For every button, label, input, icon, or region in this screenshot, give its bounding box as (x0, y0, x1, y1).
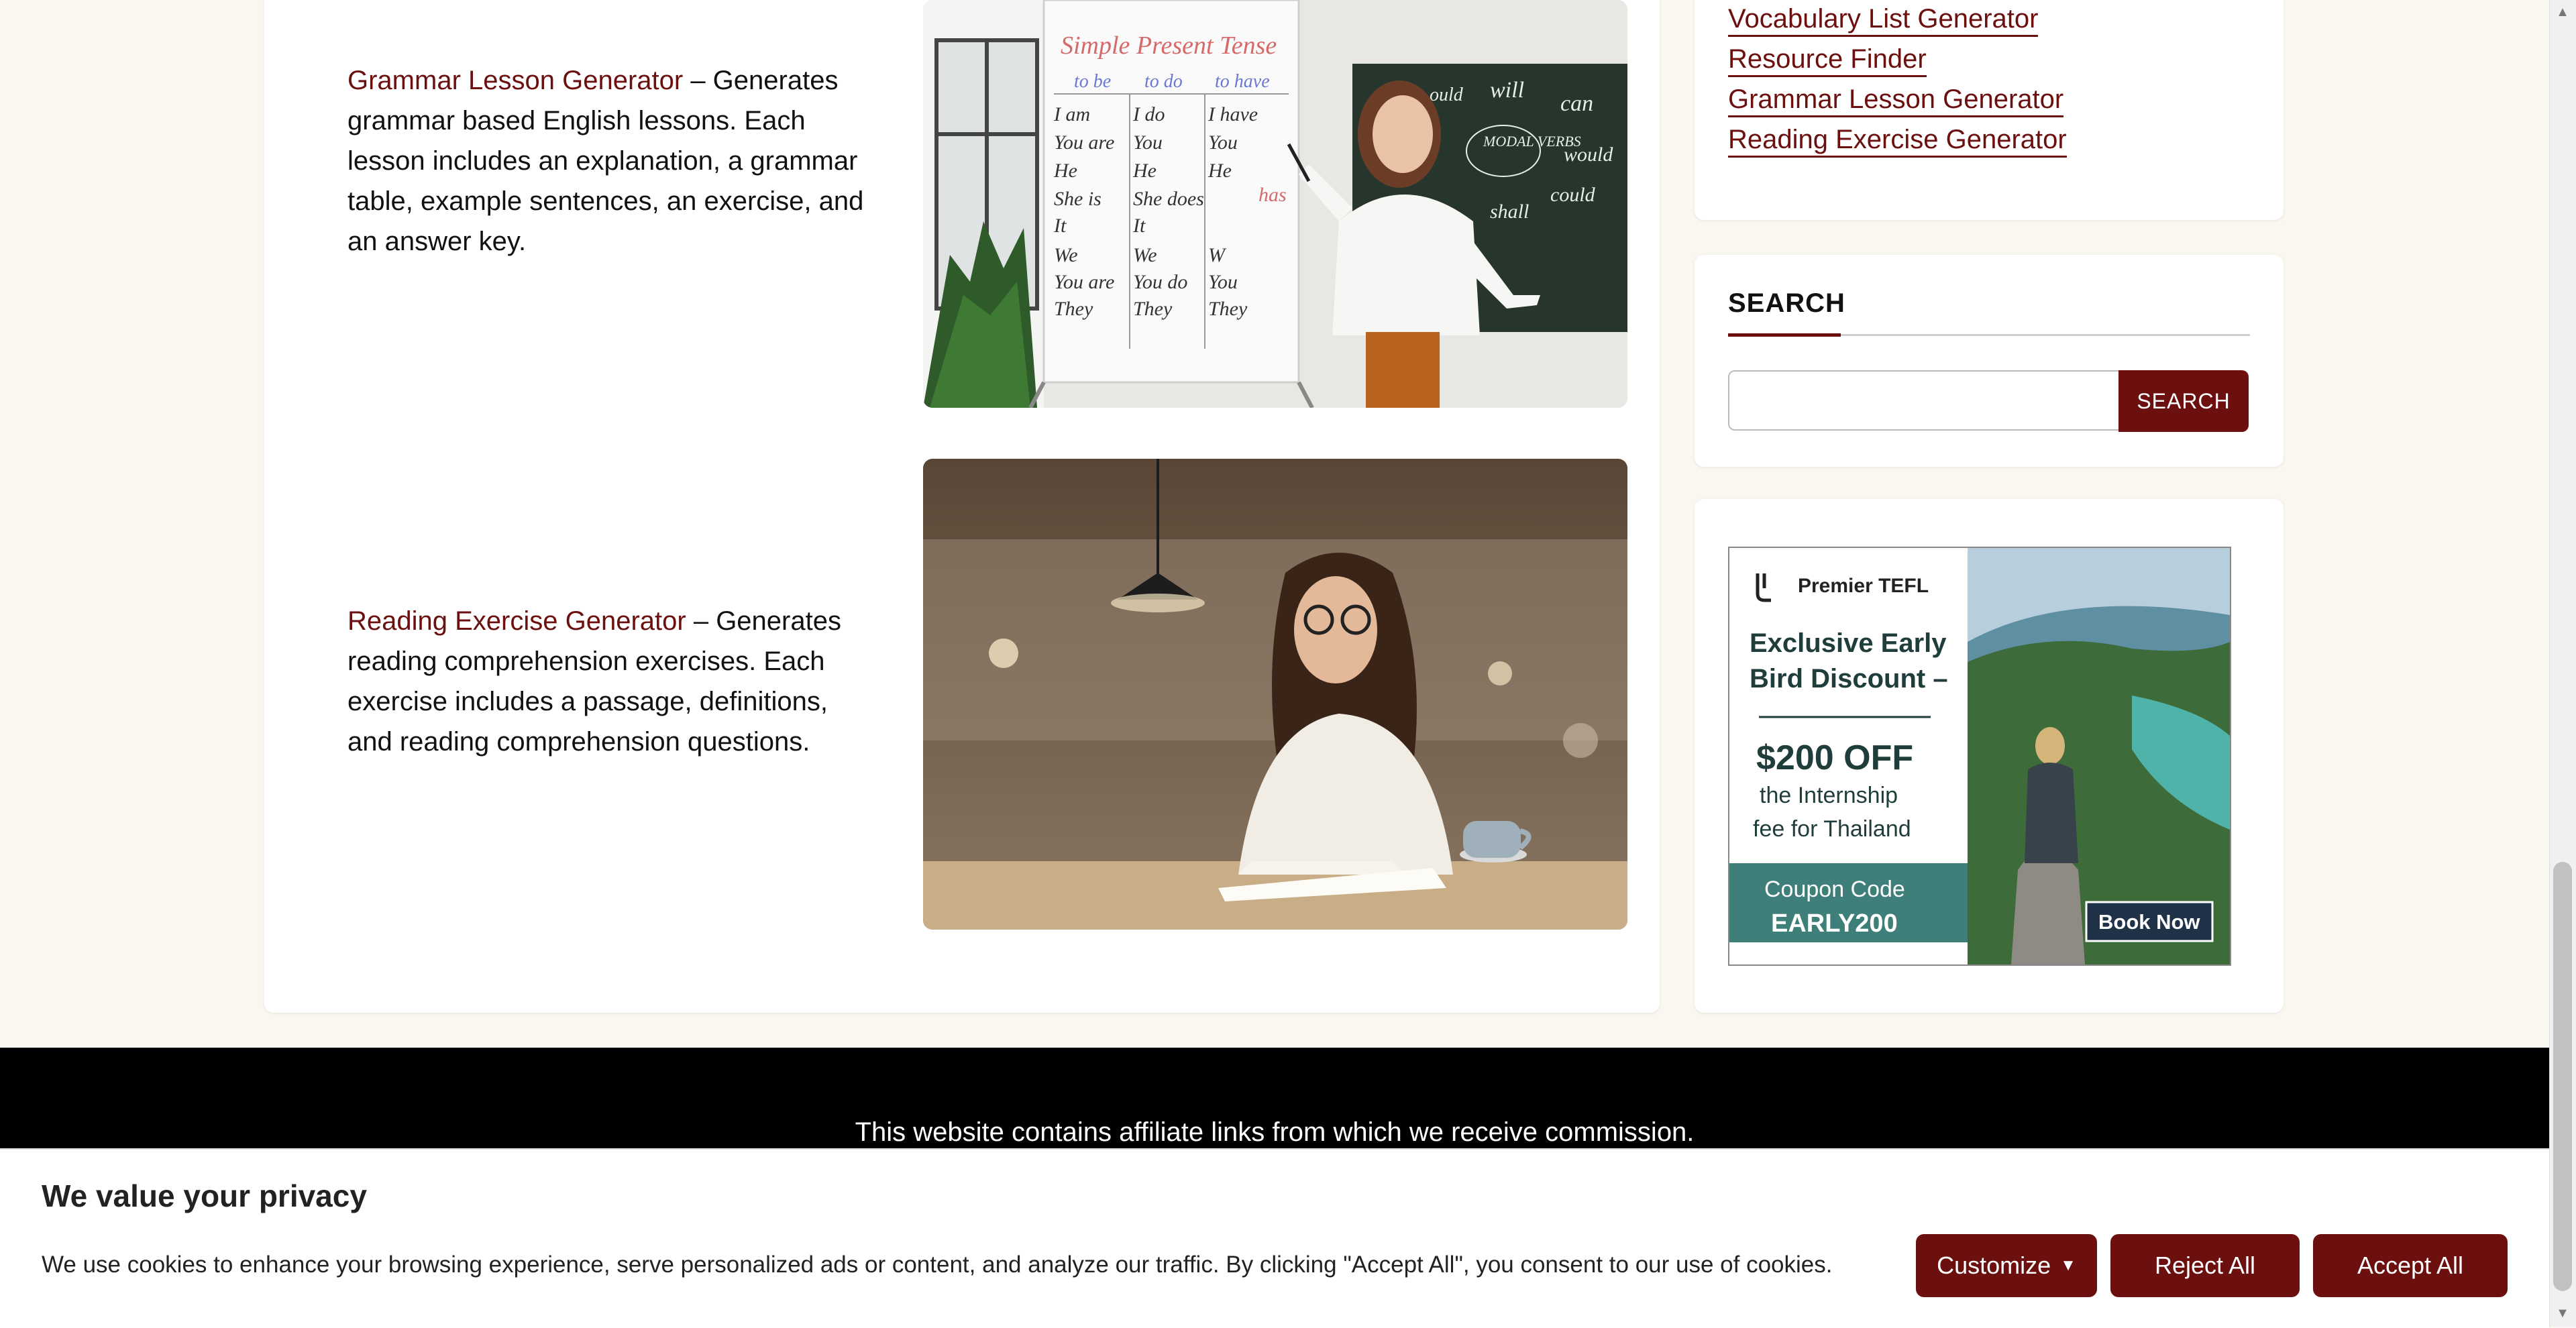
wb-c2-0: I do (1132, 103, 1165, 125)
scroll-down-arrow-icon[interactable]: ▼ (2553, 1304, 2572, 1323)
wb-c3-0: I have (1208, 103, 1258, 125)
wb-c1-5: We (1054, 244, 1078, 266)
whiteboard-col-to-have: to have (1215, 71, 1270, 92)
whiteboard-col-to-be: to be (1074, 71, 1111, 92)
caret-down-icon: ▼ (2060, 1256, 2076, 1274)
search-button[interactable]: SEARCH (2118, 370, 2249, 432)
wb-c2-4: It (1132, 215, 1146, 237)
widget-title-accent (1728, 333, 1841, 337)
sidebar-link-resource-finder[interactable]: Resource Finder (1728, 43, 1927, 77)
search-widget-card (1695, 255, 2284, 467)
cookie-banner-text: We use cookies to enhance your browsing … (42, 1252, 1833, 1278)
ad-coupon-label: Coupon Code (1764, 877, 1905, 902)
chalk-word-will: will (1490, 78, 1524, 103)
wb-c1-1: You are (1054, 131, 1114, 154)
wb-c1-4: It (1053, 215, 1067, 237)
cookie-banner-title: We value your privacy (42, 1178, 367, 1213)
wb-c3-1: You (1208, 131, 1238, 154)
teacher-whiteboard-photo: MODAL VERBS will can would could shall o… (923, 0, 1627, 408)
chalk-word-would: would (1564, 144, 1613, 166)
wb-c2-2: He (1132, 160, 1157, 182)
ad-brand: Premier TEFL (1798, 575, 1929, 597)
wb-c1-7: They (1054, 298, 1093, 320)
chalk-word-shall: shall (1490, 201, 1529, 223)
affiliate-disclosure: This website contains affiliate links fr… (855, 1117, 1695, 1147)
wb-c1-3: She is (1054, 188, 1102, 210)
ad-sub-1: the Internship (1760, 783, 1898, 808)
whiteboard-col-to-do: to do (1144, 71, 1183, 92)
tool-description-reading: Reading Exercise Generator – Generates r… (347, 601, 877, 762)
wb-c3-3: has (1258, 184, 1287, 206)
search-widget-title: SEARCH (1728, 288, 1845, 318)
chalk-word-ould: ould (1430, 85, 1464, 105)
accept-all-button[interactable]: Accept All (2313, 1234, 2508, 1297)
scrollbar-thumb[interactable] (2553, 862, 2572, 1291)
chalk-word-could: could (1550, 184, 1596, 206)
wb-c1-2: He (1053, 160, 1077, 182)
wb-c2-7: They (1133, 298, 1173, 320)
wb-c1-6: You are (1054, 271, 1114, 293)
wb-c2-5: We (1133, 244, 1157, 266)
ad-coupon-code: EARLY200 (1771, 909, 1898, 938)
customize-button[interactable]: Customize ▼ (1916, 1234, 2097, 1297)
wb-c3-5: W (1208, 244, 1227, 266)
ad-book-now-button[interactable]: Book Now (2098, 910, 2200, 934)
scroll-up-arrow-icon[interactable]: ▲ (2553, 3, 2572, 21)
ad-offer: $200 OFF (1756, 738, 1913, 777)
ad-headline-1: Exclusive Early (1750, 628, 1947, 658)
customize-button-label: Customize (1937, 1252, 2051, 1279)
search-input[interactable] (1728, 370, 2120, 431)
wb-c2-3: She does (1133, 188, 1204, 210)
reading-exercise-generator-link[interactable]: Reading Exercise Generator (347, 606, 686, 636)
whiteboard-title: Simple Present Tense (1061, 32, 1277, 60)
ad-sub-2: fee for Thailand (1753, 816, 1911, 842)
wb-c3-7: They (1208, 298, 1248, 320)
wb-c3-2: He (1208, 160, 1232, 182)
chalk-word-can: can (1560, 91, 1593, 116)
reject-all-button[interactable]: Reject All (2110, 1234, 2300, 1297)
ad-headline-2: Bird Discount – (1750, 664, 1948, 694)
sidebar-link-vocabulary-list-generator[interactable]: Vocabulary List Generator (1728, 3, 2039, 37)
wb-c3-6: You (1208, 271, 1238, 293)
wb-c1-0: I am (1053, 103, 1090, 125)
sidebar-link-grammar-lesson-generator[interactable]: Grammar Lesson Generator (1728, 83, 2064, 117)
premier-tefl-ad[interactable]: Premier TEFL Exclusive Early Bird Discou… (1728, 547, 2231, 966)
wb-c2-1: You (1133, 131, 1163, 154)
wb-c2-6: You do (1133, 271, 1187, 293)
grammar-lesson-generator-link[interactable]: Grammar Lesson Generator (347, 66, 683, 95)
tool-description-grammar: Grammar Lesson Generator – Generates gra… (347, 60, 877, 262)
woman-reading-photo (923, 459, 1627, 930)
sidebar-link-reading-exercise-generator[interactable]: Reading Exercise Generator (1728, 123, 2067, 158)
